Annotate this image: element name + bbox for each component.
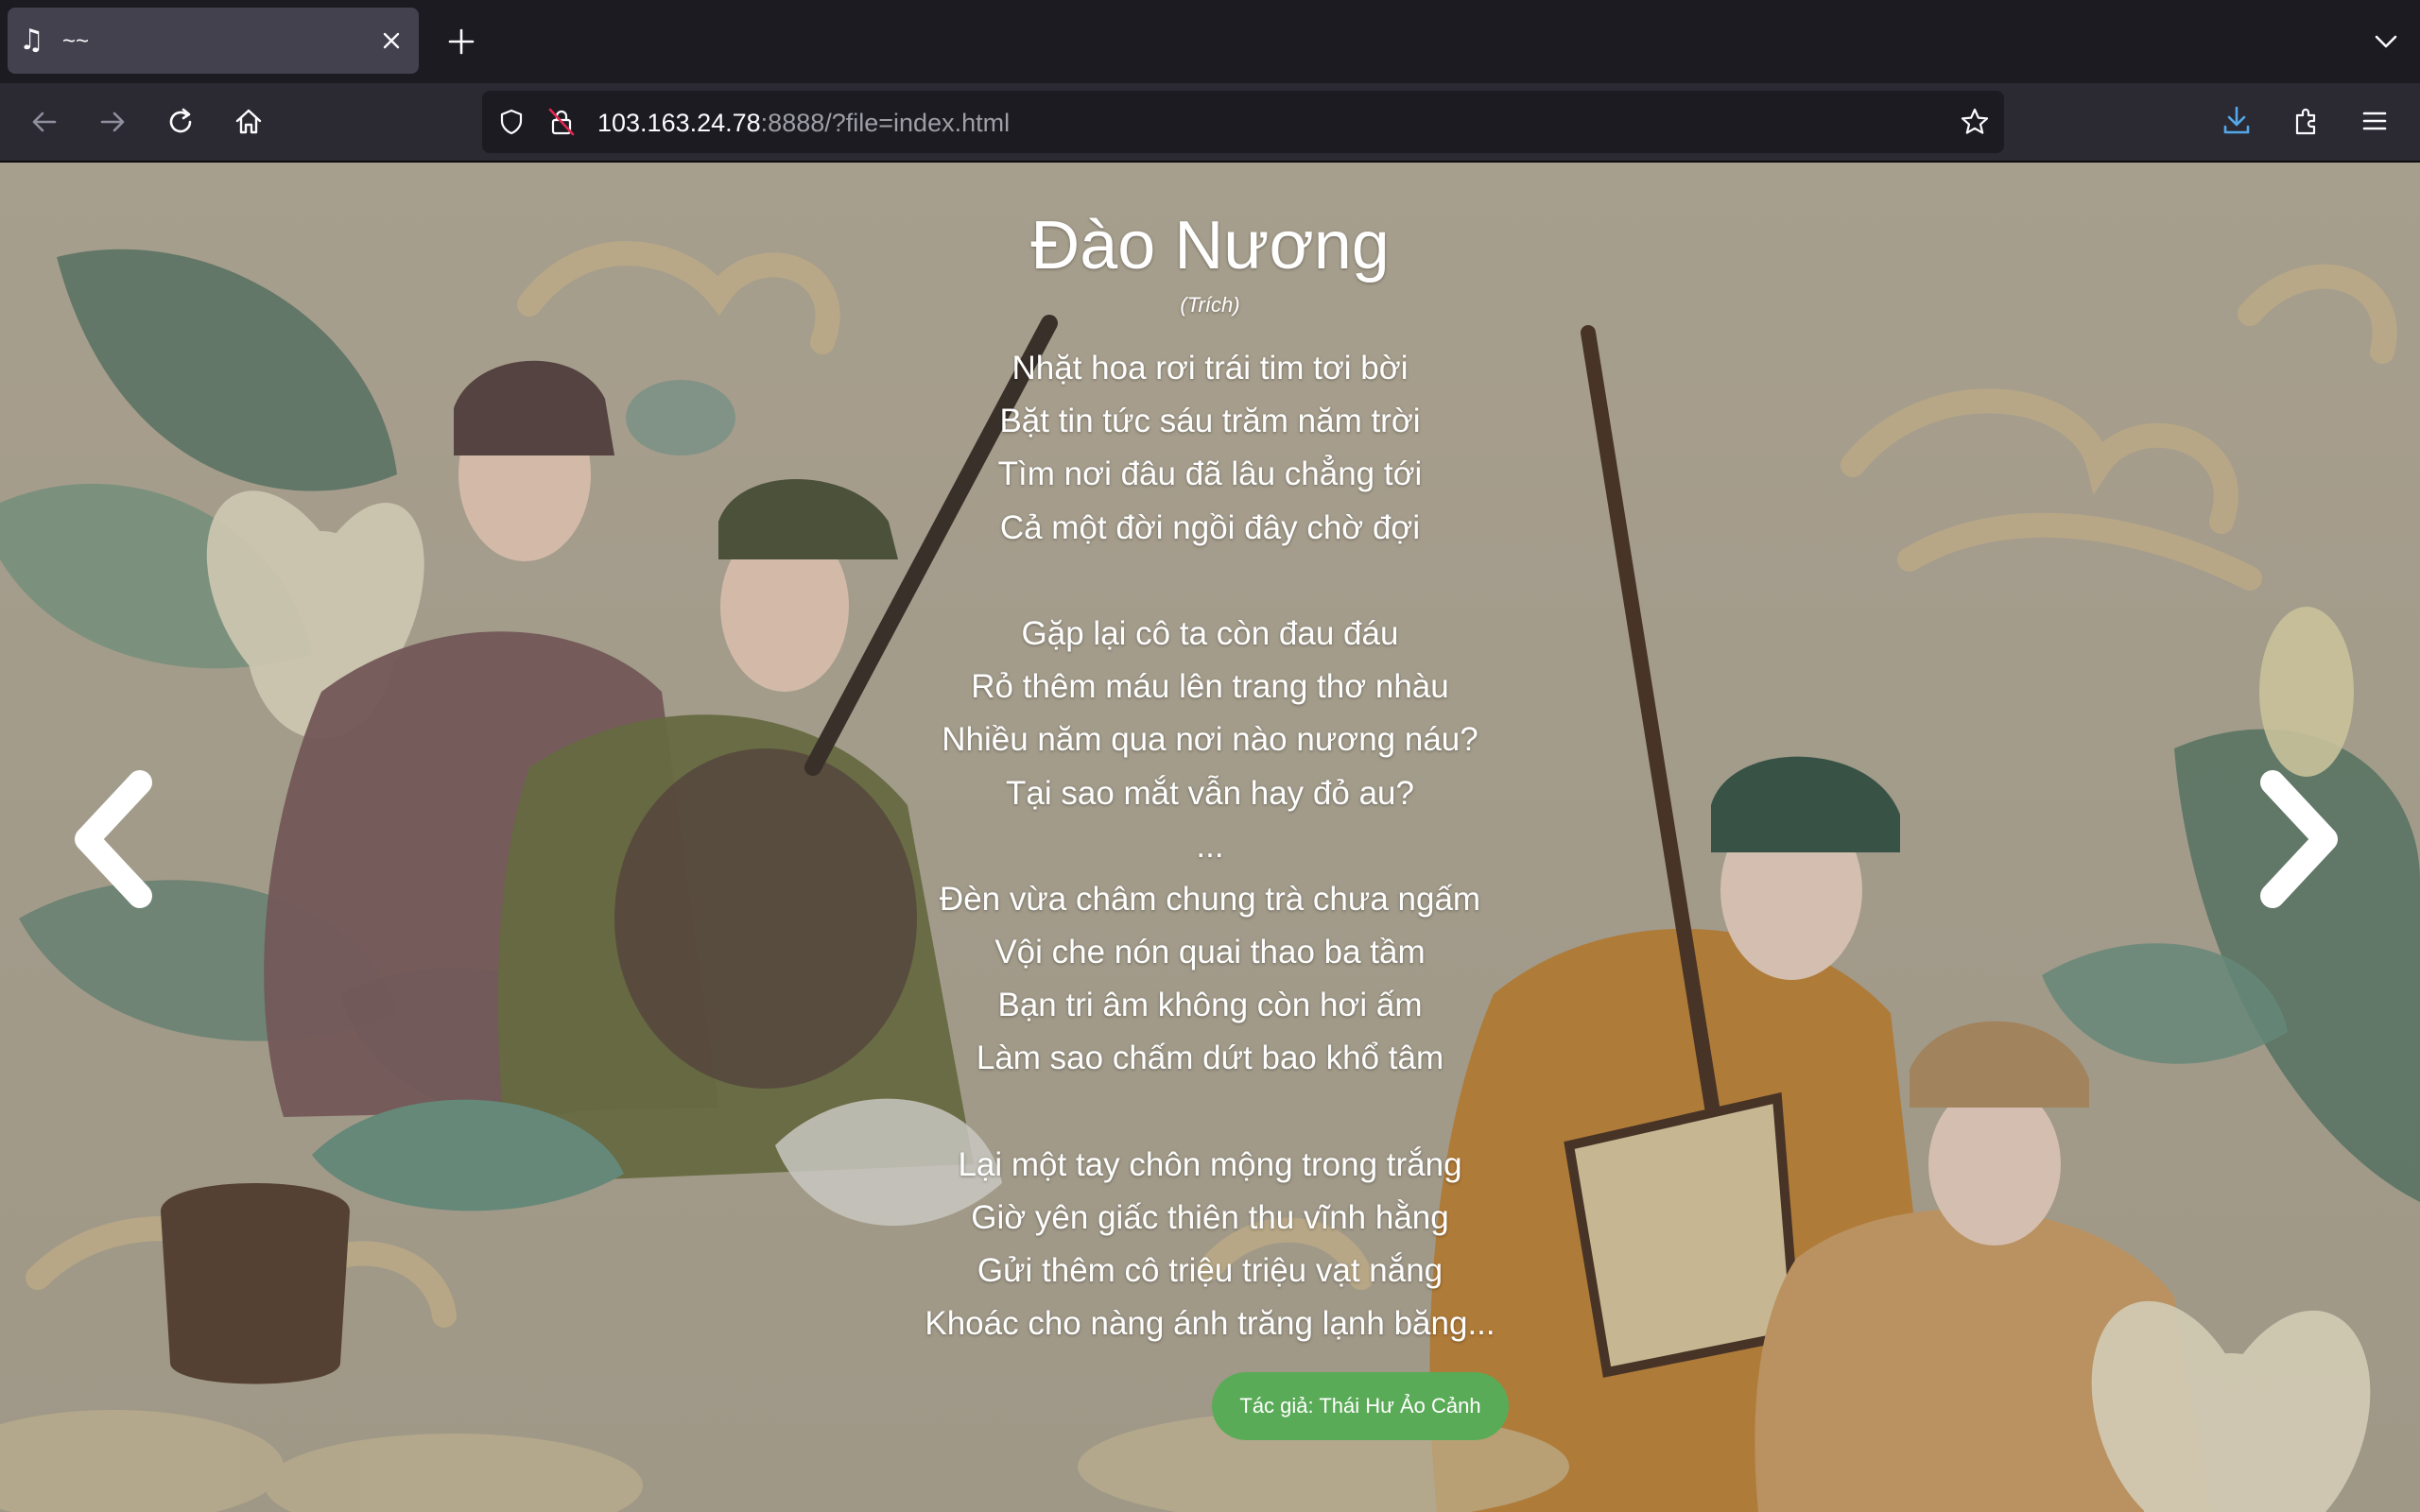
poem-line: Gặp lại cô ta còn đau đáu (1021, 614, 1399, 652)
poem-line: Bạn tri âm không còn hơi ấm (997, 987, 1423, 1024)
new-tab-icon[interactable] (444, 25, 478, 59)
tracking-protection-shield-icon[interactable] (497, 108, 526, 136)
address-bar[interactable]: 103.163.24.78:8888/?file=index.html (482, 91, 2004, 153)
poem-line: Làm sao chấm dứt bao khổ tâm (976, 1040, 1444, 1077)
poem-line: ... (1196, 827, 1224, 865)
poem-line: Khoác cho nàng ánh trăng lạnh băng... (925, 1305, 1495, 1343)
poem-line: Bặt tin tức sáu trăm năm trời (999, 403, 1421, 440)
web-page: Đào Nương (Trích) Nhặt hoa rơi trái tim … (0, 163, 2420, 1512)
poem-line: Đèn vừa châm chung trà chưa ngấm (939, 880, 1481, 918)
poem-line: Gửi thêm cô triệu triệu vạt nắng (977, 1252, 1443, 1290)
poem-line (737, 555, 1683, 608)
poem-subtitle: (Trích) (1180, 293, 1240, 317)
browser-tab-active[interactable]: ♫ ~~ (8, 8, 419, 74)
music-note-icon: ♫ (19, 24, 44, 57)
tab-title: ~~ (62, 28, 90, 54)
extensions-puzzle-icon[interactable] (2288, 102, 2325, 140)
poem-line: Vội che nón quai thao ba tầm (994, 934, 1426, 971)
insecure-lock-icon[interactable] (546, 106, 577, 138)
poem-title: Đào Nương (1030, 208, 1390, 284)
url-text[interactable]: 103.163.24.78:8888/?file=index.html (597, 108, 1010, 138)
chevron-down-icon[interactable] (2371, 26, 2401, 57)
poem-line: Lại một tay chôn mộng trong trắng (958, 1145, 1462, 1183)
poem-line (737, 1086, 1683, 1139)
hamburger-menu-icon[interactable] (2356, 102, 2394, 140)
bookmark-star-icon[interactable] (1959, 106, 1991, 138)
home-icon[interactable] (229, 102, 268, 142)
close-tab-icon[interactable] (377, 26, 406, 55)
tab-strip: ♫ ~~ (0, 0, 2420, 83)
back-arrow-icon[interactable] (25, 102, 64, 142)
poem-line: Nhặt hoa rơi trái tim tơi bời (1011, 350, 1409, 387)
forward-arrow-icon[interactable] (93, 102, 132, 142)
downloads-icon[interactable] (2218, 102, 2256, 140)
poem-container: Đào Nương (Trích) Nhặt hoa rơi trái tim … (737, 163, 1683, 1512)
poem-line: Giờ yên giấc thiên thu vĩnh hằng (971, 1199, 1449, 1236)
poem-body: Nhặt hoa rơi trái tim tơi bời Bặt tin tức… (737, 342, 1683, 1351)
poem-line: Rỏ thêm máu lên trang thơ nhàu (971, 668, 1449, 706)
reload-icon[interactable] (161, 102, 200, 142)
poem-line: Tại sao mắt vẫn hay đỏ au? (1006, 774, 1414, 812)
navigation-toolbar: 103.163.24.78:8888/?file=index.html (0, 83, 2420, 163)
poem-line: Nhiều năm qua nơi nào nương náu? (942, 721, 1478, 759)
next-slide-arrow-icon[interactable] (2254, 764, 2348, 915)
author-button[interactable]: Tác giả: Thái Hư Ảo Cảnh (1212, 1372, 1509, 1440)
poem-line: Cả một đời ngồi đây chờ đợi (999, 508, 1421, 546)
previous-slide-arrow-icon[interactable] (64, 764, 159, 915)
poem-line: Tìm nơi đâu đã lâu chẳng tới (997, 455, 1423, 493)
